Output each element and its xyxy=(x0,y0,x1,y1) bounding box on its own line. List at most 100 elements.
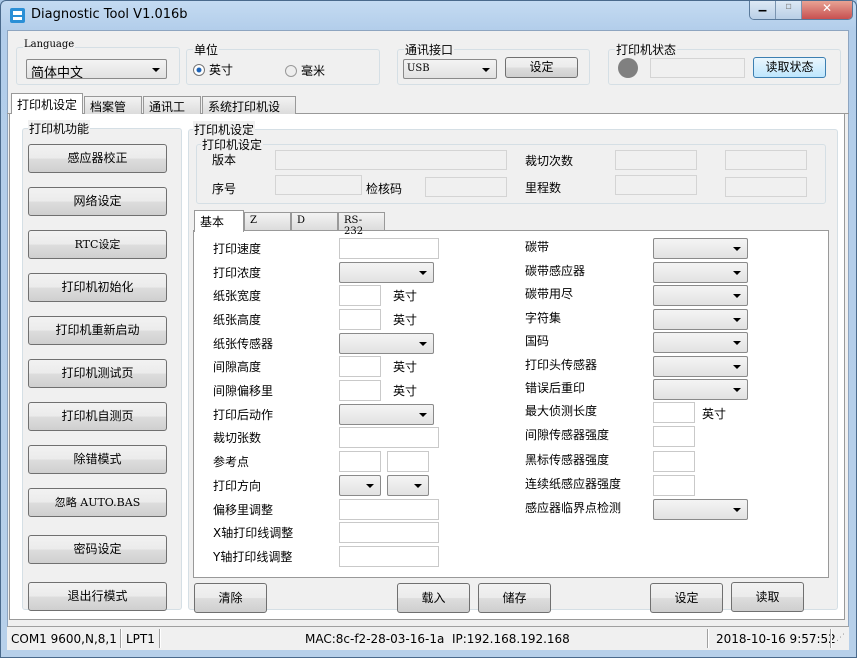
status-lpt: LPT1 xyxy=(126,632,155,646)
left-field-input[interactable] xyxy=(339,546,439,567)
status-led-icon xyxy=(618,58,638,78)
unit-mm-radio[interactable]: 毫米 xyxy=(285,62,325,79)
tab-comm-tools[interactable]: 通讯工具 xyxy=(143,96,201,114)
close-button[interactable]: ✕ xyxy=(802,1,852,19)
right-field-select[interactable] xyxy=(653,499,748,520)
left-field-input[interactable] xyxy=(339,238,439,259)
status-bar: COM1 9600,N,8,1 LPT1 MAC:8c-f2-28-03-16-… xyxy=(7,626,849,650)
unit-label: 英寸 xyxy=(393,311,417,328)
direction-select-2[interactable] xyxy=(387,475,429,496)
right-field-select[interactable] xyxy=(653,379,748,400)
right-field-select[interactable] xyxy=(653,356,748,377)
checksum-field xyxy=(425,177,507,197)
right-field-label: 打印头传感器 xyxy=(525,356,597,373)
save-button[interactable]: 储存 xyxy=(478,583,551,613)
right-field-select[interactable] xyxy=(653,262,748,283)
right-field-label: 碳带用尽 xyxy=(525,285,573,302)
cut-count-field-2 xyxy=(725,150,807,170)
serial-field xyxy=(275,175,362,195)
right-field-label: 间隙传感器强度 xyxy=(525,426,609,443)
cut-count-label: 裁切次数 xyxy=(525,152,573,169)
left-field-label: 裁切张数 xyxy=(213,429,261,446)
left-field-input[interactable] xyxy=(339,522,439,543)
right-field-label: 最大侦测长度 xyxy=(525,402,597,419)
right-field-input[interactable] xyxy=(653,475,695,496)
right-field-input[interactable] xyxy=(653,451,695,472)
unit-inch-radio[interactable]: 英寸 xyxy=(193,61,233,78)
left-field-label: 纸张高度 xyxy=(213,311,261,328)
unit-label: 英寸 xyxy=(393,287,417,304)
left-field-input[interactable] xyxy=(339,356,381,377)
unit-label: 英寸 xyxy=(393,358,417,375)
tab-system-printer[interactable]: 系统打印机设置 xyxy=(202,96,296,114)
function-button-10[interactable]: 密码设定 xyxy=(28,535,167,564)
function-button-8[interactable]: 除错模式 xyxy=(28,445,167,474)
status-network: MAC:8c-f2-28-03-16-1a IP:192.168.192.168 xyxy=(305,632,570,646)
left-field-label: X轴打印线调整 xyxy=(213,524,293,541)
printer-status-field xyxy=(650,58,745,78)
left-field-label: 参考点 xyxy=(213,453,249,470)
language-select[interactable]: 简体中文 xyxy=(26,59,167,79)
left-field-input[interactable] xyxy=(339,285,381,306)
left-field-input[interactable] xyxy=(339,380,381,401)
right-field-label: 字符集 xyxy=(525,309,561,326)
radio-unchecked-icon xyxy=(285,65,297,77)
left-field-label: 打印方向 xyxy=(213,477,261,494)
direction-select-1[interactable] xyxy=(339,475,381,496)
tab-printer-settings[interactable]: 打印机设定 xyxy=(11,93,83,115)
right-field-select[interactable] xyxy=(653,309,748,330)
subtab-rs232[interactable]: RS-232 xyxy=(338,212,385,230)
left-field-label: 间隙偏移里 xyxy=(213,382,273,399)
status-datetime: 2018-10-16 9:57:52 xyxy=(716,632,836,646)
function-button-6[interactable]: 打印机测试页 xyxy=(28,359,167,388)
left-field-select[interactable] xyxy=(339,404,434,425)
read-status-button[interactable]: 读取状态 xyxy=(753,57,826,78)
right-field-select[interactable] xyxy=(653,285,748,306)
clear-button[interactable]: 清除 xyxy=(194,583,267,613)
reference-y-input[interactable] xyxy=(387,451,429,472)
right-field-input[interactable] xyxy=(653,426,695,447)
left-field-label: 间隙高度 xyxy=(213,358,261,375)
tab-file-management[interactable]: 档案管理 xyxy=(84,96,142,114)
comm-set-button[interactable]: 设定 xyxy=(505,57,578,78)
left-field-label: 打印速度 xyxy=(213,240,261,257)
right-field-input[interactable] xyxy=(653,402,695,423)
read-button[interactable]: 读取 xyxy=(731,582,804,612)
right-field-label: 连续纸感应器强度 xyxy=(525,475,621,492)
checksum-label: 检核码 xyxy=(366,180,402,197)
left-field-input[interactable] xyxy=(339,309,381,330)
left-field-select[interactable] xyxy=(339,333,434,354)
subtab-basic[interactable]: 基本 xyxy=(194,210,244,232)
right-field-label: 国码 xyxy=(525,332,549,349)
right-field-select[interactable] xyxy=(653,332,748,353)
left-field-label: Y轴打印线调整 xyxy=(213,548,292,565)
right-field-label: 黑标传感器强度 xyxy=(525,451,609,468)
set-button[interactable]: 设定 xyxy=(650,583,723,613)
function-button-5[interactable]: 打印机重新启动 xyxy=(28,316,167,345)
function-button-3[interactable]: RTC设定 xyxy=(28,230,167,259)
left-field-input[interactable] xyxy=(339,499,439,520)
unit-label: 英寸 xyxy=(702,405,726,422)
function-button-11[interactable]: 退出行模式 xyxy=(28,582,167,611)
function-button-9[interactable]: 忽略 AUTO.BAS xyxy=(28,488,167,517)
function-button-2[interactable]: 网络设定 xyxy=(28,187,167,216)
reference-x-input[interactable] xyxy=(339,451,381,472)
minimize-button[interactable]: ▁ xyxy=(750,1,776,19)
maximize-button[interactable]: ▫ xyxy=(776,1,802,19)
resize-grip-icon[interactable]: ⋰ xyxy=(836,633,845,643)
subtab-d[interactable]: D xyxy=(291,212,338,230)
function-button-7[interactable]: 打印机自测页 xyxy=(28,402,167,431)
cut-count-field-1 xyxy=(615,150,697,170)
left-field-label: 打印后动作 xyxy=(213,406,273,423)
left-field-input[interactable] xyxy=(339,427,439,448)
right-field-select[interactable] xyxy=(653,238,748,259)
function-button-4[interactable]: 打印机初始化 xyxy=(28,273,167,302)
function-button-1[interactable]: 感应器校正 xyxy=(28,144,167,173)
subtab-z[interactable]: Z xyxy=(244,212,291,230)
left-field-select[interactable] xyxy=(339,262,434,283)
left-field-label: 纸张传感器 xyxy=(213,335,273,352)
right-field-label: 错误后重印 xyxy=(525,379,585,396)
comm-select[interactable]: USB xyxy=(403,59,497,79)
status-com: COM1 9600,N,8,1 xyxy=(11,632,117,646)
load-button[interactable]: 载入 xyxy=(397,583,470,613)
